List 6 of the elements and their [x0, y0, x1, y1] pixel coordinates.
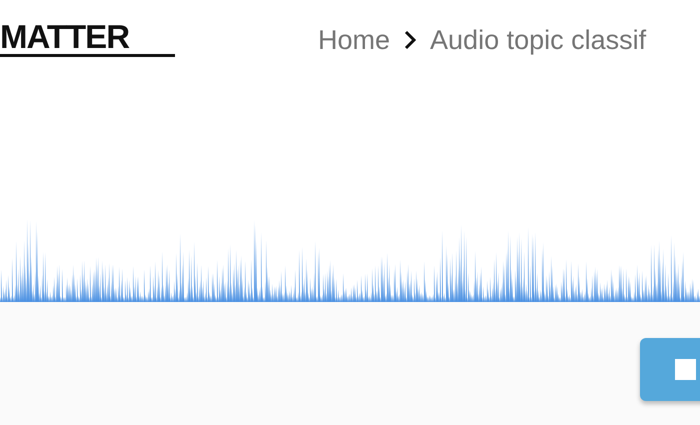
chevron-right-icon	[404, 30, 416, 50]
stop-button[interactable]	[640, 338, 700, 401]
stop-icon	[675, 359, 696, 380]
breadcrumb-link[interactable]: Home	[318, 20, 390, 60]
breadcrumb-link[interactable]: Audio topic classif	[430, 20, 646, 60]
logo[interactable]: MATTER	[0, 20, 175, 57]
